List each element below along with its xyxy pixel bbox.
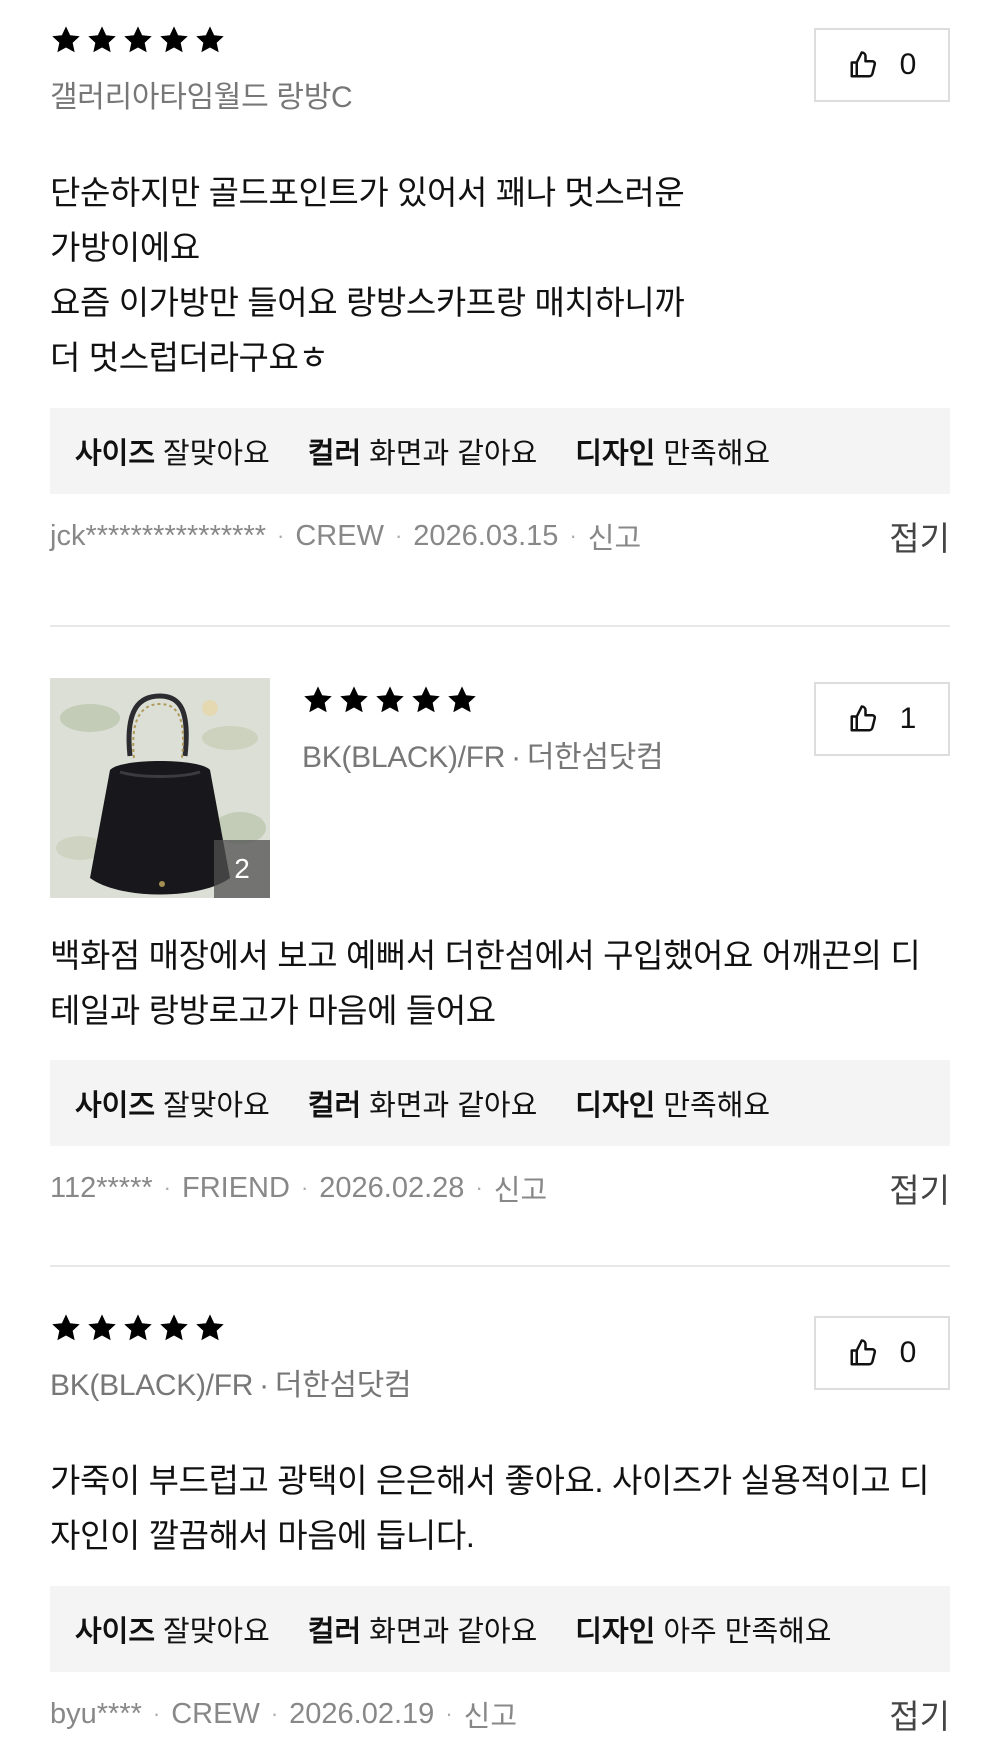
attr-value: 화면과 같아요 [369,1616,538,1648]
attr-key: 컬러 [307,1616,362,1648]
like-count: 1 [899,702,917,735]
review-date: 2026.03.15 [413,519,559,552]
review-divider [50,1265,950,1267]
attr-value: 잘맞아요 [163,1090,270,1122]
star-icon [52,26,80,53]
attr-key: 컬러 [307,438,362,470]
like-button[interactable]: 1 [814,682,950,756]
attr-color: 컬러 화면과 같아요 [308,430,538,472]
attr-key: 디자인 [575,1616,656,1648]
review-list: 갤러리아타임월드 랑방C 0 단순하지만 골드포인트가 있어서 꽤나 멋스러운 … [0,0,1000,1761]
attr-size: 사이즈 잘맞아요 [75,430,270,472]
attr-color: 컬러 화면과 같아요 [308,1608,538,1650]
review-date: 2026.02.19 [289,1697,435,1730]
attr-key: 컬러 [307,1090,362,1122]
attr-value: 잘맞아요 [163,1616,270,1648]
attr-key: 사이즈 [75,438,156,470]
attr-size: 사이즈 잘맞아요 [75,1608,270,1650]
star-icon [340,686,368,713]
review-item: 2 BK(BLACK)/FR · 더한섬닷컴 1 백화점 매장에서 보고 예뻐서 더… [50,670,950,1209]
review-meta: jck**************** · CREW · 2026.03.15 … [50,515,950,558]
attr-value: 잘맞아요 [163,438,270,470]
option-label: BK(BLACK)/FR [50,1369,254,1402]
reviewer-grade: CREW [295,519,384,552]
attr-key: 디자인 [575,438,656,470]
review-attributes: 사이즈 잘맞아요 컬러 화면과 같아요 디자인 만족해요 [50,1060,950,1146]
option-label: BK(BLACK)/FR [302,741,506,774]
reviewer-id: jck**************** [50,519,267,552]
star-icon [124,26,152,53]
star-icon [376,686,404,713]
reviewer-grade: CREW [171,1697,260,1730]
attr-design: 디자인 만족해요 [575,1082,770,1124]
fold-button[interactable]: 접기 [889,1690,950,1738]
star-icon [304,686,332,713]
attr-color: 컬러 화면과 같아요 [308,1082,538,1124]
star-icon [196,1314,224,1341]
star-icon [52,1314,80,1341]
star-icon [88,26,116,53]
review-photo[interactable]: 2 [50,678,270,898]
attr-design: 디자인 아주 만족해요 [575,1608,831,1650]
store-label: 더한섬닷컴 [526,741,664,774]
reviewer-id: 112***** [50,1171,153,1204]
star-icon [88,1314,116,1341]
like-count: 0 [899,1336,917,1369]
report-link[interactable]: 신고 [494,1167,547,1209]
thumbs-up-icon [850,1339,876,1366]
fold-button[interactable]: 접기 [889,1164,950,1212]
review-attributes: 사이즈 잘맞아요 컬러 화면과 같아요 디자인 만족해요 [50,408,950,494]
review-attributes: 사이즈 잘맞아요 컬러 화면과 같아요 디자인 아주 만족해요 [50,1586,950,1672]
fold-button[interactable]: 접기 [889,512,950,560]
attr-value: 화면과 같아요 [369,1090,538,1122]
attr-design: 디자인 만족해요 [575,430,770,472]
attr-size: 사이즈 잘맞아요 [75,1082,270,1124]
review-meta: byu**** · CREW · 2026.02.19 · 신고 접기 [50,1693,950,1736]
option-label: 갤러리아타임월드 랑방C [50,81,353,114]
attr-value: 만족해요 [663,1090,771,1122]
reviewer-id: byu**** [50,1697,142,1730]
star-icon [160,26,188,53]
report-link[interactable]: 신고 [588,515,641,557]
attr-key: 사이즈 [75,1616,156,1648]
star-icon [412,686,440,713]
thumbs-up-icon [850,51,876,78]
star-icon [448,686,476,713]
like-button[interactable]: 0 [814,1316,950,1390]
attr-key: 사이즈 [75,1090,156,1122]
attr-value: 만족해요 [663,438,771,470]
reviewer-grade: FRIEND [182,1171,290,1204]
star-icon [160,1314,188,1341]
review-text: 가죽이 부드럽고 광택이 은은해서 좋아요. 사이즈가 실용적이고 디 자인이 … [50,1462,930,1554]
review-date: 2026.02.28 [319,1171,465,1204]
review-meta: 112***** · FRIEND · 2026.02.28 · 신고 접기 [50,1167,950,1210]
attr-key: 디자인 [575,1090,656,1122]
review-item: 갤러리아타임월드 랑방C 0 단순하지만 골드포인트가 있어서 꽤나 멋스러운 … [50,22,950,558]
thumbs-up-icon [850,705,876,732]
star-icon [196,26,224,53]
like-button[interactable]: 0 [814,28,950,102]
star-icon [124,1314,152,1341]
report-link[interactable]: 신고 [464,1693,517,1735]
store-label: 더한섬닷컴 [274,1369,412,1402]
attr-value: 화면과 같아요 [369,438,538,470]
like-count: 0 [899,48,917,81]
review-text: 백화점 매장에서 보고 예뻐서 더한섬에서 구입했어요 어깨끈의 디 테일과 랑… [50,937,921,1029]
photo-count-badge: 2 [214,840,270,898]
review-item: BK(BLACK)/FR · 더한섬닷컴 0 가죽이 부드럽고 광택이 은은해서 좋… [50,1310,950,1736]
review-text: 단순하지만 골드포인트가 있어서 꽤나 멋스러운 가방이에요 요즘 이가방만 들… [50,174,685,376]
review-divider [50,625,950,627]
attr-value: 아주 만족해요 [663,1616,832,1648]
